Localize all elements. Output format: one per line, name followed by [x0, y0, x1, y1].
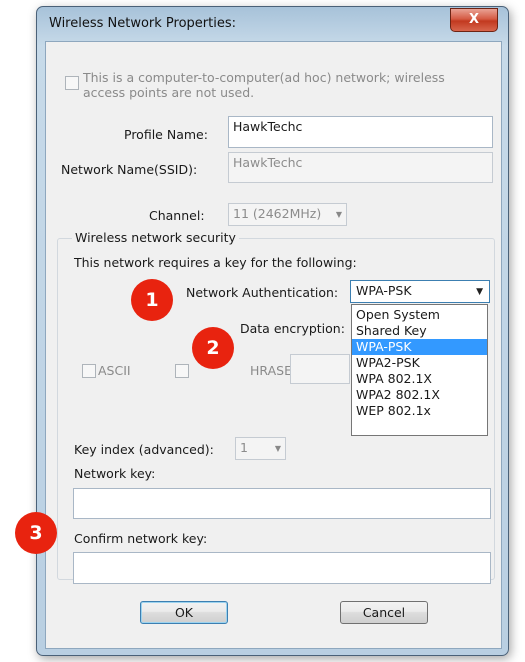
adhoc-label-line2: access points are not used. — [83, 85, 255, 100]
passphrase-checkbox[interactable] — [175, 364, 189, 378]
network-auth-value: WPA-PSK — [356, 283, 412, 298]
channel-label: Channel: — [149, 208, 205, 223]
network-auth-option[interactable]: WPA2 802.1X — [352, 387, 487, 403]
network-auth-option[interactable]: WPA-PSK — [352, 339, 487, 355]
annotation-badge-3: 3 — [15, 512, 57, 554]
key-index-select: 1 ▼ — [235, 437, 286, 460]
channel-select: 11 (2462MHz) ▼ — [228, 203, 347, 226]
annotation-badge-1: 1 — [131, 279, 173, 321]
network-auth-option[interactable]: WPA2-PSK — [352, 355, 487, 371]
chevron-down-icon: ▼ — [476, 287, 483, 297]
close-button[interactable]: X — [450, 8, 498, 32]
network-auth-option[interactable]: WPA 802.1X — [352, 371, 487, 387]
key-index-value: 1 — [240, 440, 248, 455]
passphrase-input — [290, 354, 350, 384]
network-auth-option[interactable]: Shared Key — [352, 323, 487, 339]
chevron-down-icon: ▼ — [335, 210, 342, 219]
key-index-label: Key index (advanced): — [74, 442, 214, 457]
profile-name-input[interactable]: HawkTechc — [228, 116, 493, 148]
window-title: Wireless Network Properties: — [49, 16, 237, 31]
network-key-label: Network key: — [74, 466, 156, 481]
title-bar[interactable]: Wireless Network Properties: X — [37, 7, 508, 41]
profile-name-label: Profile Name: — [124, 127, 208, 142]
ssid-label: Network Name(SSID): — [61, 162, 198, 177]
annotation-badge-2: 2 — [192, 327, 234, 369]
confirm-key-label: Confirm network key: — [74, 531, 208, 546]
chevron-down-icon: ▼ — [274, 444, 281, 453]
confirm-key-input[interactable] — [73, 552, 491, 584]
network-auth-dropdown-list: Open System Shared Key WPA-PSK WPA2-PSK WPA … — [351, 304, 488, 436]
network-auth-label: Network Authentication: — [186, 285, 339, 300]
ascii-label: ASCII — [98, 363, 131, 378]
ssid-input: HawkTechc — [228, 152, 493, 183]
ascii-checkbox[interactable] — [82, 364, 96, 378]
ok-button[interactable]: OK — [140, 601, 228, 624]
network-auth-option[interactable]: WEP 802.1x — [352, 403, 487, 419]
network-key-input[interactable] — [73, 488, 491, 519]
security-group-title: Wireless network security — [72, 230, 239, 245]
passphrase-label: HRASE — [250, 363, 292, 378]
network-auth-option[interactable]: Open System — [352, 307, 487, 323]
network-auth-select[interactable]: WPA-PSK ▼ — [350, 280, 490, 303]
data-encryption-label: Data encryption: — [240, 321, 345, 336]
cancel-button[interactable]: Cancel — [340, 601, 428, 624]
channel-value: 11 (2462MHz) — [233, 206, 322, 221]
adhoc-checkbox[interactable] — [65, 76, 79, 90]
adhoc-label-line1: This is a computer-to-computer(ad hoc) n… — [83, 70, 445, 85]
requires-key-text: This network requires a key for the foll… — [74, 255, 357, 270]
